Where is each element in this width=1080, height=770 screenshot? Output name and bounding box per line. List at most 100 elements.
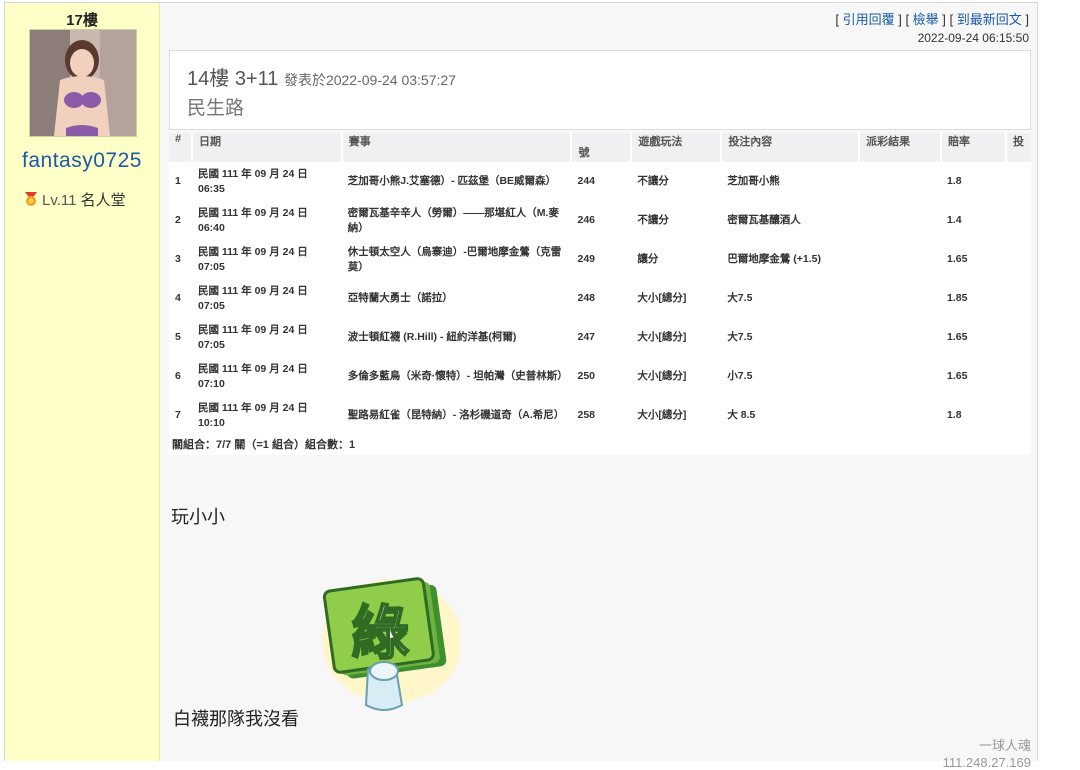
post-message-line: 玩小小 [171,507,225,527]
cell-code: 248 [577,292,596,304]
cell-no: 7 [175,409,181,421]
cell-result [859,162,941,201]
cell-stake [1006,201,1031,240]
report-link[interactable]: 檢舉 [913,12,939,27]
cell-result [859,279,941,318]
cell-stake [1006,279,1031,318]
cell-result [859,201,941,240]
cell-no: 1 [175,175,181,187]
cell-match: 聖路易紅雀（昆特納）- 洛杉磯道奇（A.希尼） [347,409,565,421]
cell-stake [1006,357,1031,396]
sticker-image: 綠 [322,577,462,711]
col-header: 投注內容 [721,133,861,162]
cell-odds: 1.85 [947,292,968,304]
sticker-glyph: 綠 [351,599,409,667]
cell-match: 多倫多藍鳥（米奇·懷特）- 坦帕灣（史普林斯） [347,370,568,382]
cell-stake [1006,318,1031,357]
avatar-image [30,30,136,136]
table-row: 7 民國 111 年 09 月 24 日 10:10 聖路易紅雀（昆特納）- 洛… [169,396,1031,435]
cell-play: 讓分 [637,253,659,265]
cell-play: 大小[總分] [637,292,687,304]
cell-odds: 1.4 [947,214,962,226]
cell-no: 5 [175,331,181,343]
cell-stake [1006,396,1031,435]
cell-date: 民國 111 年 09 月 24 日 06:35 [197,167,308,195]
post-actions: [ 引用回覆 ] [ 檢舉 ] [ 到最新回文 ] [835,12,1029,27]
col-header: 日期 [191,133,343,162]
cell-pick: 大7.5 [727,331,753,343]
col-header: 投 [1005,133,1031,162]
cell-match: 波士頓紅襪 (R.Hill) - 紐約洋基(柯爾) [347,331,517,343]
cell-match: 芝加哥小熊J.艾塞德）- 匹茲堡（BE威爾森） [347,175,557,187]
post-timestamp: 2022-09-24 06:15:50 [917,31,1029,45]
cell-code: 249 [577,253,596,265]
cell-match: 密爾瓦基辛辛人（勞爾）——那堪紅人（M.麥納） [347,206,559,234]
cell-match: 亞特蘭大勇士（諾拉） [347,292,453,304]
cell-date: 民國 111 年 09 月 24 日 10:10 [197,401,308,429]
quote-posted-time: 發表於2022-09-24 03:57:27 [283,72,456,88]
cell-play: 不讓分 [637,214,669,226]
col-header: 派彩結果 [859,133,943,162]
cell-pick: 芝加哥小熊 [727,175,780,187]
col-header: 賠率 [941,133,1007,162]
cell-play: 大小[總分] [637,331,687,343]
medal-icon [25,192,37,206]
table-row: 2 民國 111 年 09 月 24 日 06:40 密爾瓦基辛辛人（勞爾）——… [169,201,1031,240]
cell-odds: 1.8 [947,175,962,187]
cell-code: 247 [577,331,596,343]
forum-post: 17樓 fantasy0725 Lv.11 名人堂 [引用回覆] [檢舉 … [4,2,1038,770]
quote-text: 民生路 [187,98,245,119]
green-sticker-emoji: 綠 [320,573,462,723]
cell-odds: 1.65 [947,370,968,382]
quote-reply-link[interactable]: 引用回覆 [843,12,895,27]
table-header-row: # 日期 賽事 號 遊戲玩法 投注內容 派彩結果 賠率 投 [169,133,1031,162]
cell-code: 244 [577,175,596,187]
ip-address: 111.248.27.169 [942,755,1031,770]
cell-code: 250 [577,370,596,382]
cell-pick: 巴爾地摩金鶯 (+1.5) [727,253,821,265]
cell-odds: 1.8 [947,409,962,421]
author-sidebar: 17樓 fantasy0725 Lv.11 名人堂 [5,3,160,761]
post-message-line: 白襪那隊我沒看 [173,709,299,729]
cell-no: 2 [175,214,181,226]
cell-no: 6 [175,370,181,382]
rank-text: 名人堂 [80,192,126,209]
floor-number: 17樓 [66,12,98,29]
bet-summary: 關組合：7/7 關（=1 組合）組合數：1 [172,439,356,451]
cell-play: 大小[總分] [637,409,687,421]
col-header: 號 [571,133,633,162]
cell-pick: 密爾瓦基釀酒人 [727,214,801,226]
col-header: 賽事 [341,133,573,162]
quote-floor: 14樓 [187,68,230,90]
cell-pick: 大7.5 [727,292,753,304]
cell-no: 3 [175,253,181,265]
table-row: 4 民國 111 年 09 月 24 日 07:05 亞特蘭大勇士（諾拉） 24… [169,279,1031,318]
latest-reply-link[interactable]: 到最新回文 [957,12,1022,27]
bet-table: # 日期 賽事 號 遊戲玩法 投注內容 派彩結果 賠率 投 1 民國 111 年 [169,133,1031,435]
avatar[interactable] [29,29,137,137]
cell-result [859,357,941,396]
col-header: # [169,133,193,162]
cell-odds: 1.65 [947,253,968,265]
bet-slip-image: # 日期 賽事 號 遊戲玩法 投注內容 派彩結果 賠率 投 1 民國 111 年 [169,133,1031,455]
cell-result [859,318,941,357]
cell-pick: 小7.5 [727,370,753,382]
cell-play: 大小[總分] [637,370,687,382]
signature: 一球人魂 [978,738,1031,753]
table-row: 3 民國 111 年 09 月 24 日 07:05 休士頓太空人（烏寨迪）-巴… [169,240,1031,279]
cell-pick: 大 8.5 [727,409,756,421]
quote-title: 3+11 [234,68,279,90]
quote-header: 14樓 3+11 發表於2022-09-24 03:57:27 [187,62,456,91]
cell-stake [1006,162,1031,201]
table-row: 1 民國 111 年 09 月 24 日 06:35 芝加哥小熊J.艾塞德）- … [169,162,1031,201]
cell-code: 258 [577,409,596,421]
cell-date: 民國 111 年 09 月 24 日 07:05 [197,245,308,273]
cell-date: 民國 111 年 09 月 24 日 06:40 [197,206,308,234]
cell-match: 休士頓太空人（烏寨迪）-巴爾地摩金鶯（克雷莫） [347,245,562,273]
user-level: Lv.11 名人堂 [23,189,126,210]
username-link[interactable]: fantasy0725 [5,149,159,173]
cell-stake [1006,240,1031,279]
cell-code: 246 [577,214,596,226]
cell-result [859,396,941,435]
level-text: Lv.11 [42,192,77,209]
